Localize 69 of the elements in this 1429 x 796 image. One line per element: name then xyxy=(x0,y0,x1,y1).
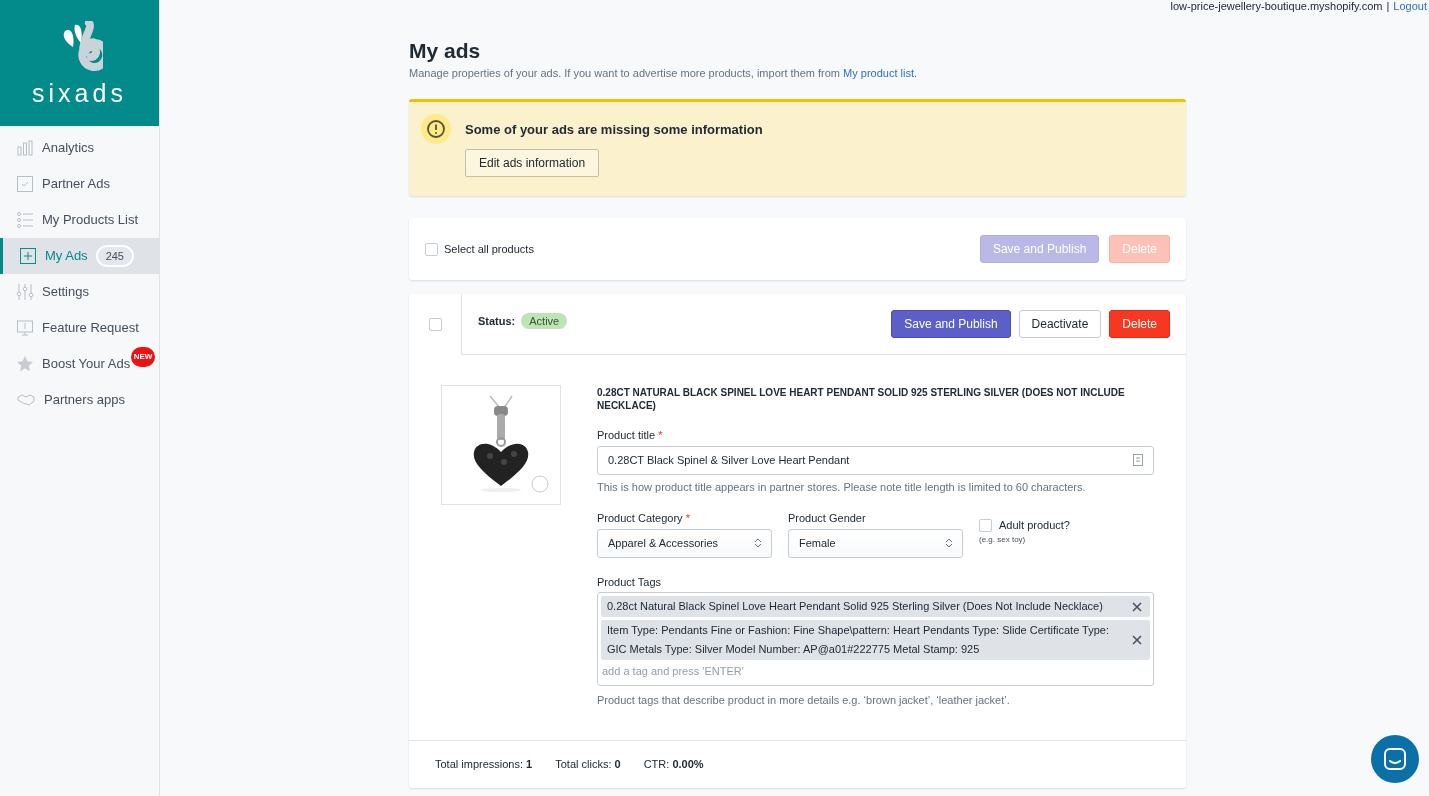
field-label: Product Tags xyxy=(597,574,662,590)
tags-field[interactable]: 0.28ct Natural Black Spinel Love Heart Pendant Solid 925 Sterling Silver (Does Not Include Necklace) Item Type: Pendants Fine or Fashion: Fine Shape\pattern: Heart Pendants Type: Slide Certificate Type: GIC Metals Type: Silver Model Number: AP@a01#222775 Metal Stamp: 925 add a tag and press 'ENTER' xyxy=(597,592,1154,686)
tag: 0.28ct Natural Black Spinel Love Heart Pendant Solid 925 Sterling Silver (Does Not Include Necklace) xyxy=(601,596,1150,617)
ad-checkbox[interactable] xyxy=(428,318,442,331)
sliders-icon xyxy=(16,283,34,301)
new-badge: NEW xyxy=(131,347,155,367)
field-label: Product title * xyxy=(597,428,664,443)
edit-ads-button[interactable]: Edit ads information xyxy=(465,149,600,177)
bar-chart-icon xyxy=(16,139,34,157)
field-label: Product Gender xyxy=(788,511,867,526)
sidebar-item[interactable]: Boost Your Ads NEW xyxy=(0,346,159,382)
sidebar-label: Settings xyxy=(42,283,89,302)
adult-checkbox[interactable] xyxy=(979,518,992,532)
sidebar-label: Feature Request xyxy=(42,319,139,338)
status-label: Status: xyxy=(478,313,516,329)
separator: | xyxy=(1386,0,1390,13)
checkbox-icon xyxy=(16,175,34,193)
category-select[interactable]: Apparel & Accessories xyxy=(597,528,772,558)
sidebar-label: Boost Your Ads xyxy=(42,355,131,374)
list-icon xyxy=(16,211,34,229)
delete-button[interactable]: Delete xyxy=(1109,310,1170,338)
sidebar-item[interactable]: Analytics xyxy=(0,130,159,166)
chat-icon xyxy=(1384,748,1406,770)
logo-text: sixads xyxy=(32,80,127,106)
monitor-icon xyxy=(16,319,34,337)
warning-icon xyxy=(421,113,451,144)
sidebar-item[interactable]: Feature Request xyxy=(0,310,159,346)
select-arrows-icon xyxy=(946,538,952,548)
sidebar-item[interactable]: Partners apps xyxy=(0,382,159,418)
stat: Total clicks: 0 xyxy=(555,757,621,773)
chat-button[interactable] xyxy=(1371,735,1419,783)
save-publish-button[interactable]: Save and Publish xyxy=(891,310,1011,338)
sidebar-label: Analytics xyxy=(42,139,95,158)
product-list-link[interactable]: My product list xyxy=(843,67,914,79)
plus-square-icon xyxy=(19,247,37,265)
sidebar-label: Partner Ads xyxy=(42,175,110,194)
status-badge: Active xyxy=(521,312,568,330)
sidebar-item[interactable]: Settings xyxy=(0,274,159,310)
gender-select[interactable]: Female xyxy=(788,528,963,558)
sidebar-label: Partners apps xyxy=(44,391,125,410)
sidebar-label: My Products List xyxy=(42,211,139,230)
adult-hint: (e.g. sex toy) xyxy=(979,533,1027,546)
tag: Item Type: Pendants Fine or Fashion: Fine Shape\pattern: Heart Pendants Type: Slide Certificate Type: GIC Metals Type: Silver Model Number: AP@a01#222775 Metal Stamp: 925 xyxy=(601,620,1150,660)
page-subtitle: Manage properties of your ads. If you want to advertise more products, import them from My product list. xyxy=(409,66,919,81)
sidebar-label: My Ads xyxy=(45,247,88,266)
sidebar-item[interactable]: My Products List xyxy=(0,202,159,238)
star-icon xyxy=(16,355,34,373)
sidebar-item[interactable]: Partner Ads xyxy=(0,166,159,202)
close-icon[interactable] xyxy=(1132,635,1142,645)
stat: CTR: 0.00% xyxy=(643,757,704,773)
stat: Total impressions: 1 xyxy=(435,757,533,773)
select-arrows-icon xyxy=(755,538,761,548)
page-title: My ads xyxy=(409,38,482,64)
count-badge: 245 xyxy=(95,244,134,268)
field-label: Product Category * xyxy=(597,511,691,526)
help-text: Product tags that describe product in more details e.g. ‘brown jacket’, ‘leather jacket’. xyxy=(597,692,1011,708)
store-domain: low-price-jewellery-boutique.myshopify.com xyxy=(1170,0,1383,13)
contact-card-icon xyxy=(1133,454,1143,466)
warning-message: Some of your ads are missing some information xyxy=(465,120,763,139)
logout-link[interactable]: Logout xyxy=(1393,0,1427,13)
help-text: This is how product title appears in partner stores. Please note title length is limited to 60 characters. xyxy=(597,479,1087,495)
adult-label: Adult product? xyxy=(999,518,1070,533)
close-icon[interactable] xyxy=(1132,601,1142,612)
deactivate-button[interactable]: Deactivate xyxy=(1018,310,1102,338)
select-all-checkbox[interactable] xyxy=(425,242,438,256)
sidebar-item[interactable]: My Ads 245 xyxy=(0,238,159,274)
product-name: 0.28CT NATURAL BLACK SPINEL LOVE HEART PENDANT SOLID 925 STERLING SILVER (DOES NOT INCLUDE NECKLACE) xyxy=(597,386,1126,412)
select-all-label: Select all products xyxy=(444,241,534,257)
product-title-field[interactable]: 0.28CT Black Spinel & Silver Love Heart Pendant xyxy=(597,445,1154,475)
